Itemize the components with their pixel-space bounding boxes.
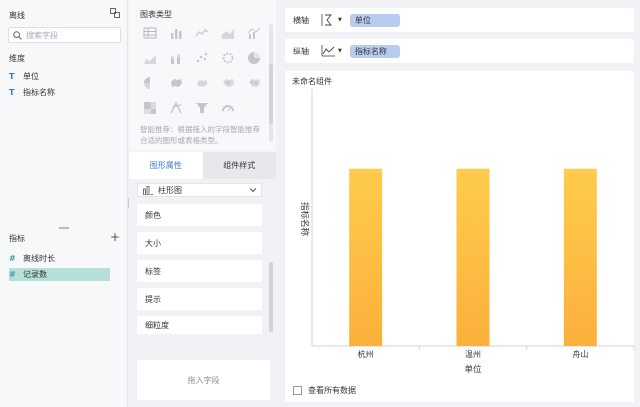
flow-map-icon[interactable]	[194, 75, 210, 91]
funnel-chart-icon[interactable]	[194, 100, 210, 116]
x-tick-label: 杭州	[358, 349, 374, 359]
rose-chart-icon[interactable]	[142, 75, 158, 91]
area-line-icon[interactable]	[142, 50, 158, 66]
dimension-item-indicator-name[interactable]: T 指标名称	[9, 86, 55, 99]
x-axis-title: 单位	[464, 364, 482, 375]
y-axis-label: 纵轴	[293, 46, 309, 56]
measure-title: 指标	[9, 234, 25, 243]
number-field-icon: #	[9, 270, 16, 279]
prop-granularity[interactable]: 细粒度	[137, 316, 262, 334]
chevron-down-icon[interactable]: ▼	[338, 48, 342, 54]
matrix-chart-icon[interactable]	[142, 100, 158, 116]
config-panel: 图表类型 智能推荐：根据拖入的字段智能推荐合适的图形或表格类型。 图形属性 组件…	[128, 0, 276, 407]
y-axis-title: 指标名称	[299, 202, 310, 237]
scatter-chart-icon[interactable]	[194, 50, 210, 66]
drop-field-zone[interactable]: 拖入字段	[137, 360, 270, 400]
measure-item-offline-duration[interactable]: # 离线时长	[9, 252, 55, 265]
bar-chart-icon	[143, 185, 153, 195]
config-tabs: 图形属性 组件样式	[129, 152, 276, 179]
x-axis-label: 横轴	[293, 15, 309, 25]
x-axis-field-pill[interactable]: 单位	[349, 13, 400, 27]
x-axis-row: 横轴 ▼ 单位	[285, 8, 634, 32]
combo-chart-icon[interactable]	[246, 25, 262, 41]
y-axis-field-pill[interactable]: 指标名称	[349, 44, 400, 58]
gear-chart-icon[interactable]	[220, 50, 236, 66]
text-field-icon: T	[9, 88, 15, 97]
field-panel: 离线 维度 T 单位 T 指标名称 指标 + # 离线时长 # 记录数	[0, 0, 128, 407]
scrollbar-thumb[interactable]	[269, 64, 273, 124]
measure-item-record-count[interactable]: # 记录数	[9, 268, 110, 281]
chart-type-scrollbar[interactable]	[269, 24, 273, 142]
chart-type-value: 柱形图	[158, 185, 182, 195]
text-field-icon: T	[9, 72, 15, 81]
x-tick-label: 温州	[465, 350, 481, 359]
search-icon	[13, 30, 22, 40]
line-chart-icon[interactable]	[194, 25, 210, 41]
radar-chart-icon[interactable]	[168, 100, 184, 116]
heat-map-icon[interactable]	[220, 75, 236, 91]
dimension-item-unit[interactable]: T 单位	[9, 70, 39, 83]
field-label: 离线时长	[23, 254, 55, 263]
tab-graph-attr[interactable]: 图形属性	[129, 152, 203, 179]
area-chart-icon[interactable]	[220, 25, 236, 41]
panel-splitter-handle[interactable]	[59, 227, 69, 229]
bar-chart: 杭州 温州 舟山单位 指标名称	[299, 89, 634, 375]
bar	[349, 168, 383, 346]
tab-component-style[interactable]: 组件样式	[202, 152, 276, 179]
bar-chart-icon[interactable]	[168, 25, 184, 41]
field-label: 记录数	[23, 270, 47, 279]
y-axis-sort-icon[interactable]	[321, 44, 337, 58]
chart-type-grid	[142, 25, 261, 116]
component-name: 未命名组件	[292, 77, 332, 86]
y-axis-row: 纵轴 ▼ 指标名称	[285, 39, 634, 63]
search-field[interactable]	[8, 27, 121, 43]
chart-type-title: 图表类型	[140, 10, 172, 19]
x-tick-label: 舟山	[572, 349, 588, 359]
number-field-icon: #	[9, 254, 16, 263]
table-chart-icon[interactable]	[142, 25, 158, 41]
prop-label[interactable]: 标签	[137, 260, 262, 282]
search-input[interactable]	[26, 30, 116, 40]
dataset-title: 离线	[9, 11, 25, 20]
switch-dataset-icon[interactable]	[110, 8, 120, 18]
prop-size[interactable]: 大小	[137, 232, 262, 254]
gauge-chart-icon[interactable]	[220, 100, 236, 116]
bar	[563, 168, 597, 346]
graph-attr-panel: 柱形图 颜色 大小 标签 提示 细粒度	[129, 179, 276, 335]
chart-area: 横轴 ▼ 单位 纵轴 ▼ 指标名称 杭州 温州 舟山 单位 指标名称 未命名组件 查看所…	[276, 0, 640, 407]
chart-canvas: 杭州 温州 舟山单位 指标名称 未命名组件 查看所有数据	[285, 71, 634, 402]
x-axis-sort-icon[interactable]	[321, 13, 337, 27]
chart-type-section: 图表类型 智能推荐：根据拖入的字段智能推荐合适的图形或表格类型。	[129, 0, 276, 151]
show-all-checkbox[interactable]	[293, 386, 302, 395]
field-label: 单位	[23, 72, 39, 81]
field-label: 指标名称	[23, 88, 55, 97]
chart-type-select[interactable]: 柱形图	[137, 183, 262, 197]
props-scrollbar[interactable]	[269, 262, 273, 332]
map-chart-icon[interactable]	[168, 75, 184, 91]
dimension-title: 维度	[9, 54, 25, 63]
stacked-bar-icon[interactable]	[168, 50, 184, 66]
chevron-down-icon[interactable]: ▼	[338, 17, 342, 23]
chevron-down-icon	[249, 188, 257, 193]
bar	[456, 168, 490, 346]
prop-tooltip[interactable]: 提示	[137, 288, 262, 310]
pie-chart-icon[interactable]	[246, 50, 262, 66]
show-all-data[interactable]: 查看所有数据	[293, 385, 356, 396]
show-all-label: 查看所有数据	[308, 386, 356, 395]
add-measure-icon[interactable]: +	[110, 231, 120, 243]
smart-recommend-hint: 智能推荐：根据拖入的字段智能推荐合适的图形或表格类型。	[140, 125, 260, 145]
prop-color[interactable]: 颜色	[137, 204, 262, 226]
point-map-icon[interactable]	[246, 75, 262, 91]
